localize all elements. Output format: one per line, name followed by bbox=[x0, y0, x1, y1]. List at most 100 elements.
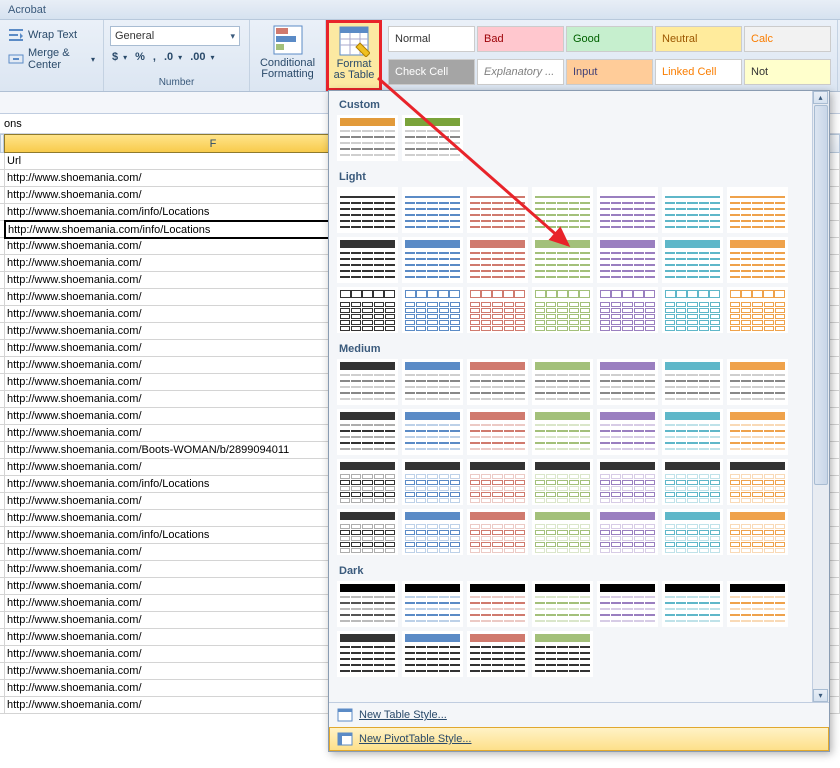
table-style-thumb[interactable] bbox=[337, 359, 398, 405]
merge-center-icon bbox=[8, 51, 24, 67]
table-style-thumb[interactable] bbox=[727, 459, 788, 505]
table-style-thumb[interactable] bbox=[597, 581, 658, 627]
number-fmt-0[interactable]: $▾ bbox=[110, 50, 129, 64]
table-style-thumb[interactable] bbox=[337, 237, 398, 283]
pivot-table-icon bbox=[337, 731, 353, 747]
table-style-thumb[interactable] bbox=[467, 509, 528, 555]
table-style-thumb[interactable] bbox=[337, 287, 398, 333]
table-style-thumb[interactable] bbox=[532, 631, 593, 677]
title-bar: Acrobat bbox=[0, 0, 840, 20]
table-style-thumb[interactable] bbox=[467, 459, 528, 505]
number-fmt-1[interactable]: % bbox=[133, 50, 147, 64]
table-style-thumb[interactable] bbox=[727, 287, 788, 333]
conditional-formatting-icon bbox=[272, 24, 304, 56]
table-style-thumb[interactable] bbox=[597, 409, 658, 455]
table-style-thumb[interactable] bbox=[597, 459, 658, 505]
table-style-thumb[interactable] bbox=[662, 459, 723, 505]
scroll-thumb[interactable] bbox=[814, 105, 828, 485]
conditional-formatting-button[interactable]: Conditional Formatting bbox=[256, 22, 319, 82]
table-style-thumb[interactable] bbox=[597, 509, 658, 555]
number-group-label: Number bbox=[110, 76, 243, 89]
table-style-thumb[interactable] bbox=[337, 115, 398, 161]
cell-style-calc[interactable]: Calc bbox=[744, 26, 831, 52]
table-style-thumb[interactable] bbox=[662, 409, 723, 455]
table-style-thumb[interactable] bbox=[532, 187, 593, 233]
table-style-thumb[interactable] bbox=[337, 581, 398, 627]
scroll-up-icon[interactable]: ▴ bbox=[813, 91, 828, 104]
table-style-thumb[interactable] bbox=[532, 581, 593, 627]
table-style-thumb[interactable] bbox=[532, 287, 593, 333]
dropdown-arrow-icon: ▾ bbox=[91, 55, 95, 64]
table-style-thumb[interactable] bbox=[402, 237, 463, 283]
table-style-thumb[interactable] bbox=[337, 631, 398, 677]
table-style-thumb[interactable] bbox=[337, 459, 398, 505]
table-style-thumb[interactable] bbox=[532, 359, 593, 405]
table-style-thumb[interactable] bbox=[727, 359, 788, 405]
cell-style-not[interactable]: Not bbox=[744, 59, 831, 85]
table-style-thumb[interactable] bbox=[662, 187, 723, 233]
app-title: Acrobat bbox=[8, 4, 46, 16]
table-styles-gallery: CustomLightMediumDark ▴ ▾ New Table Styl… bbox=[328, 90, 830, 752]
table-style-thumb[interactable] bbox=[662, 509, 723, 555]
gallery-scrollbar[interactable]: ▴ ▾ bbox=[812, 91, 829, 702]
scroll-down-icon[interactable]: ▾ bbox=[813, 689, 828, 702]
number-format-combo[interactable]: General bbox=[110, 26, 240, 46]
cell-style-bad[interactable]: Bad bbox=[477, 26, 564, 52]
ribbon: Wrap Text Merge & Center ▾ General $▾%,.… bbox=[0, 20, 840, 92]
number-fmt-4[interactable]: .00▾ bbox=[188, 50, 216, 64]
table-style-thumb[interactable] bbox=[402, 287, 463, 333]
new-table-style-button[interactable]: New Table Style... bbox=[329, 703, 829, 727]
table-style-thumb[interactable] bbox=[402, 631, 463, 677]
table-style-thumb[interactable] bbox=[597, 359, 658, 405]
table-style-thumb[interactable] bbox=[597, 187, 658, 233]
table-style-thumb[interactable] bbox=[597, 237, 658, 283]
table-style-thumb[interactable] bbox=[532, 409, 593, 455]
table-style-thumb[interactable] bbox=[337, 409, 398, 455]
table-style-thumb[interactable] bbox=[467, 359, 528, 405]
table-style-thumb[interactable] bbox=[337, 187, 398, 233]
cell-style-linkedcell[interactable]: Linked Cell bbox=[655, 59, 742, 85]
number-fmt-3[interactable]: .0▾ bbox=[162, 50, 184, 64]
table-style-thumb[interactable] bbox=[402, 459, 463, 505]
cell-styles-row: Check CellExplanatory ...InputLinked Cel… bbox=[386, 57, 833, 87]
table-style-thumb[interactable] bbox=[727, 581, 788, 627]
cell-style-normal[interactable]: Normal bbox=[388, 26, 475, 52]
cell-style-good[interactable]: Good bbox=[566, 26, 653, 52]
table-style-thumb[interactable] bbox=[402, 581, 463, 627]
table-style-thumb[interactable] bbox=[727, 509, 788, 555]
table-style-thumb[interactable] bbox=[337, 509, 398, 555]
table-style-thumb[interactable] bbox=[402, 115, 463, 161]
table-style-thumb[interactable] bbox=[402, 187, 463, 233]
number-fmt-2[interactable]: , bbox=[151, 50, 158, 64]
table-style-thumb[interactable] bbox=[662, 359, 723, 405]
new-pivottable-style-button[interactable]: New PivotTable Style... bbox=[329, 727, 829, 751]
table-style-thumb[interactable] bbox=[597, 287, 658, 333]
table-style-thumb[interactable] bbox=[532, 459, 593, 505]
cell-style-explanatory[interactable]: Explanatory ... bbox=[477, 59, 564, 85]
wrap-text-button[interactable]: Wrap Text bbox=[6, 26, 79, 44]
table-style-thumb[interactable] bbox=[467, 581, 528, 627]
table-style-thumb[interactable] bbox=[467, 631, 528, 677]
table-style-thumb[interactable] bbox=[467, 409, 528, 455]
table-style-thumb[interactable] bbox=[727, 187, 788, 233]
cell-style-input[interactable]: Input bbox=[566, 59, 653, 85]
table-style-thumb[interactable] bbox=[662, 237, 723, 283]
cell-style-checkcell[interactable]: Check Cell bbox=[388, 59, 475, 85]
table-style-thumb[interactable] bbox=[402, 409, 463, 455]
format-as-table-icon bbox=[338, 25, 370, 57]
format-as-table-button[interactable]: Format as Table bbox=[326, 20, 382, 91]
table-style-thumb[interactable] bbox=[727, 237, 788, 283]
table-style-thumb[interactable] bbox=[727, 409, 788, 455]
table-style-thumb[interactable] bbox=[402, 509, 463, 555]
table-style-thumb[interactable] bbox=[467, 187, 528, 233]
table-style-thumb[interactable] bbox=[532, 237, 593, 283]
table-style-thumb[interactable] bbox=[402, 359, 463, 405]
table-style-thumb[interactable] bbox=[532, 509, 593, 555]
table-style-thumb[interactable] bbox=[467, 237, 528, 283]
table-icon bbox=[337, 707, 353, 723]
table-style-thumb[interactable] bbox=[662, 287, 723, 333]
table-style-thumb[interactable] bbox=[467, 287, 528, 333]
merge-center-button[interactable]: Merge & Center ▾ bbox=[6, 46, 97, 72]
table-style-thumb[interactable] bbox=[662, 581, 723, 627]
cell-style-neutral[interactable]: Neutral bbox=[655, 26, 742, 52]
